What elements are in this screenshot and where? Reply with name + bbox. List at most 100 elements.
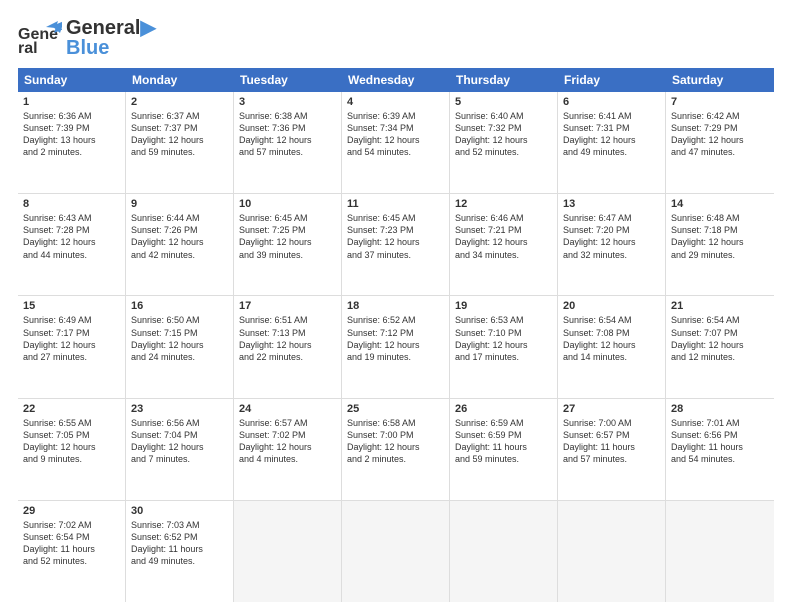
day-number: 27 [563, 403, 660, 415]
calendar-cell: 25Sunrise: 6:58 AMSunset: 7:00 PMDayligh… [342, 399, 450, 500]
calendar-cell: 15 Sunrise: 6:49 AMSunset: 7:17 PMDayligh… [18, 296, 126, 397]
cell-text: Sunrise: 6:49 AMSunset: 7:17 PMDaylight:… [23, 314, 120, 363]
page: Gene ral General▶ Blue SundayMondayTuesd… [0, 0, 792, 612]
cell-text: Sunrise: 6:54 AMSunset: 7:07 PMDaylight:… [671, 314, 769, 363]
calendar-cell: 19 Sunrise: 6:53 AMSunset: 7:10 PMDayligh… [450, 296, 558, 397]
calendar-cell: 30 Sunrise: 7:03 AMSunset: 6:52 PMDayligh… [126, 501, 234, 602]
day-number: 2 [131, 96, 228, 108]
calendar-cell [234, 501, 342, 602]
cell-text: Sunrise: 6:57 AMSunset: 7:02 PMDaylight:… [239, 417, 336, 466]
calendar-cell: 26 Sunrise: 6:59 AMSunset: 6:59 PMDayligh… [450, 399, 558, 500]
calendar-cell: 22 Sunrise: 6:55 AMSunset: 7:05 PMDayligh… [18, 399, 126, 500]
cell-text: Sunrise: 6:37 AMSunset: 7:37 PMDaylight:… [131, 110, 228, 159]
day-number: 14 [671, 198, 769, 210]
calendar-cell [558, 501, 666, 602]
calendar-cell: 7 Sunrise: 6:42 AMSunset: 7:29 PMDaylight… [666, 92, 774, 193]
calendar-cell: 1 Sunrise: 6:36 AMSunset: 7:39 PMDaylight… [18, 92, 126, 193]
cell-text: Sunrise: 6:56 AMSunset: 7:04 PMDaylight:… [131, 417, 228, 466]
day-number: 23 [131, 403, 228, 415]
cell-text: Sunrise: 6:42 AMSunset: 7:29 PMDaylight:… [671, 110, 769, 159]
calendar-cell: 13 Sunrise: 6:47 AMSunset: 7:20 PMDayligh… [558, 194, 666, 295]
header-day-wednesday: Wednesday [342, 68, 450, 92]
cell-text: Sunrise: 6:54 AMSunset: 7:08 PMDaylight:… [563, 314, 660, 363]
day-number: 6 [563, 96, 660, 108]
calendar-cell: 21 Sunrise: 6:54 AMSunset: 7:07 PMDayligh… [666, 296, 774, 397]
day-number: 29 [23, 505, 120, 517]
day-number: 10 [239, 198, 336, 210]
calendar-cell: 5 Sunrise: 6:40 AMSunset: 7:32 PMDaylight… [450, 92, 558, 193]
header-day-tuesday: Tuesday [234, 68, 342, 92]
calendar-cell: 18 Sunrise: 6:52 AMSunset: 7:12 PMDayligh… [342, 296, 450, 397]
calendar-row-0: 1 Sunrise: 6:36 AMSunset: 7:39 PMDaylight… [18, 92, 774, 194]
logo: Gene ral General▶ Blue [18, 18, 156, 58]
header-day-friday: Friday [558, 68, 666, 92]
cell-text: Sunrise: 6:47 AMSunset: 7:20 PMDaylight:… [563, 212, 660, 261]
cell-text: Sunrise: 6:52 AMSunset: 7:12 PMDaylight:… [347, 314, 444, 363]
calendar-cell: 3 Sunrise: 6:38 AMSunset: 7:36 PMDaylight… [234, 92, 342, 193]
calendar-cell: 8Sunrise: 6:43 AMSunset: 7:28 PMDaylight… [18, 194, 126, 295]
calendar-row-3: 22 Sunrise: 6:55 AMSunset: 7:05 PMDayligh… [18, 399, 774, 501]
cell-text: Sunrise: 6:55 AMSunset: 7:05 PMDaylight:… [23, 417, 120, 466]
day-number: 13 [563, 198, 660, 210]
cell-text: Sunrise: 6:39 AMSunset: 7:34 PMDaylight:… [347, 110, 444, 159]
cell-text: Sunrise: 6:44 AMSunset: 7:26 PMDaylight:… [131, 212, 228, 261]
cell-text: Sunrise: 6:45 AMSunset: 7:25 PMDaylight:… [239, 212, 336, 261]
calendar-cell: 14 Sunrise: 6:48 AMSunset: 7:18 PMDayligh… [666, 194, 774, 295]
day-number: 19 [455, 300, 552, 312]
cell-text: Sunrise: 6:46 AMSunset: 7:21 PMDaylight:… [455, 212, 552, 261]
calendar-cell: 4 Sunrise: 6:39 AMSunset: 7:34 PMDaylight… [342, 92, 450, 193]
cell-text: Sunrise: 7:02 AMSunset: 6:54 PMDaylight:… [23, 519, 120, 568]
calendar-cell [342, 501, 450, 602]
calendar-cell: 16Sunrise: 6:50 AMSunset: 7:15 PMDayligh… [126, 296, 234, 397]
day-number: 25 [347, 403, 444, 415]
day-number: 4 [347, 96, 444, 108]
day-number: 24 [239, 403, 336, 415]
day-number: 12 [455, 198, 552, 210]
day-number: 11 [347, 198, 444, 210]
calendar-cell: 23 Sunrise: 6:56 AMSunset: 7:04 PMDayligh… [126, 399, 234, 500]
calendar-row-1: 8Sunrise: 6:43 AMSunset: 7:28 PMDaylight… [18, 194, 774, 296]
logo-blue: Blue [66, 38, 156, 58]
calendar-header: SundayMondayTuesdayWednesdayThursdayFrid… [18, 68, 774, 92]
day-number: 15 [23, 300, 120, 312]
calendar-cell: 28Sunrise: 7:01 AMSunset: 6:56 PMDayligh… [666, 399, 774, 500]
day-number: 20 [563, 300, 660, 312]
day-number: 1 [23, 96, 120, 108]
cell-text: Sunrise: 6:53 AMSunset: 7:10 PMDaylight:… [455, 314, 552, 363]
calendar-cell: 27Sunrise: 7:00 AMSunset: 6:57 PMDayligh… [558, 399, 666, 500]
calendar-cell [450, 501, 558, 602]
calendar-cell: 20 Sunrise: 6:54 AMSunset: 7:08 PMDayligh… [558, 296, 666, 397]
day-number: 5 [455, 96, 552, 108]
cell-text: Sunrise: 6:36 AMSunset: 7:39 PMDaylight:… [23, 110, 120, 159]
header-day-monday: Monday [126, 68, 234, 92]
day-number: 8 [23, 198, 120, 210]
day-number: 22 [23, 403, 120, 415]
day-number: 3 [239, 96, 336, 108]
logo-general: General▶ [66, 18, 156, 38]
day-number: 18 [347, 300, 444, 312]
calendar-cell: 12 Sunrise: 6:46 AMSunset: 7:21 PMDayligh… [450, 194, 558, 295]
day-number: 26 [455, 403, 552, 415]
cell-text: Sunrise: 6:48 AMSunset: 7:18 PMDaylight:… [671, 212, 769, 261]
calendar: SundayMondayTuesdayWednesdayThursdayFrid… [18, 68, 774, 602]
calendar-row-2: 15 Sunrise: 6:49 AMSunset: 7:17 PMDayligh… [18, 296, 774, 398]
cell-text: Sunrise: 6:59 AMSunset: 6:59 PMDaylight:… [455, 417, 552, 466]
day-number: 7 [671, 96, 769, 108]
day-number: 30 [131, 505, 228, 517]
svg-text:ral: ral [18, 40, 38, 57]
cell-text: Sunrise: 7:03 AMSunset: 6:52 PMDaylight:… [131, 519, 228, 568]
calendar-cell: 24 Sunrise: 6:57 AMSunset: 7:02 PMDayligh… [234, 399, 342, 500]
day-number: 21 [671, 300, 769, 312]
calendar-cell: 9 Sunrise: 6:44 AMSunset: 7:26 PMDaylight… [126, 194, 234, 295]
cell-text: Sunrise: 6:41 AMSunset: 7:31 PMDaylight:… [563, 110, 660, 159]
calendar-body: 1 Sunrise: 6:36 AMSunset: 7:39 PMDaylight… [18, 92, 774, 602]
cell-text: Sunrise: 6:38 AMSunset: 7:36 PMDaylight:… [239, 110, 336, 159]
cell-text: Sunrise: 6:40 AMSunset: 7:32 PMDaylight:… [455, 110, 552, 159]
header-day-saturday: Saturday [666, 68, 774, 92]
calendar-cell [666, 501, 774, 602]
header-day-thursday: Thursday [450, 68, 558, 92]
cell-text: Sunrise: 6:51 AMSunset: 7:13 PMDaylight:… [239, 314, 336, 363]
cell-text: Sunrise: 6:45 AMSunset: 7:23 PMDaylight:… [347, 212, 444, 261]
header: Gene ral General▶ Blue [18, 18, 774, 58]
day-number: 9 [131, 198, 228, 210]
